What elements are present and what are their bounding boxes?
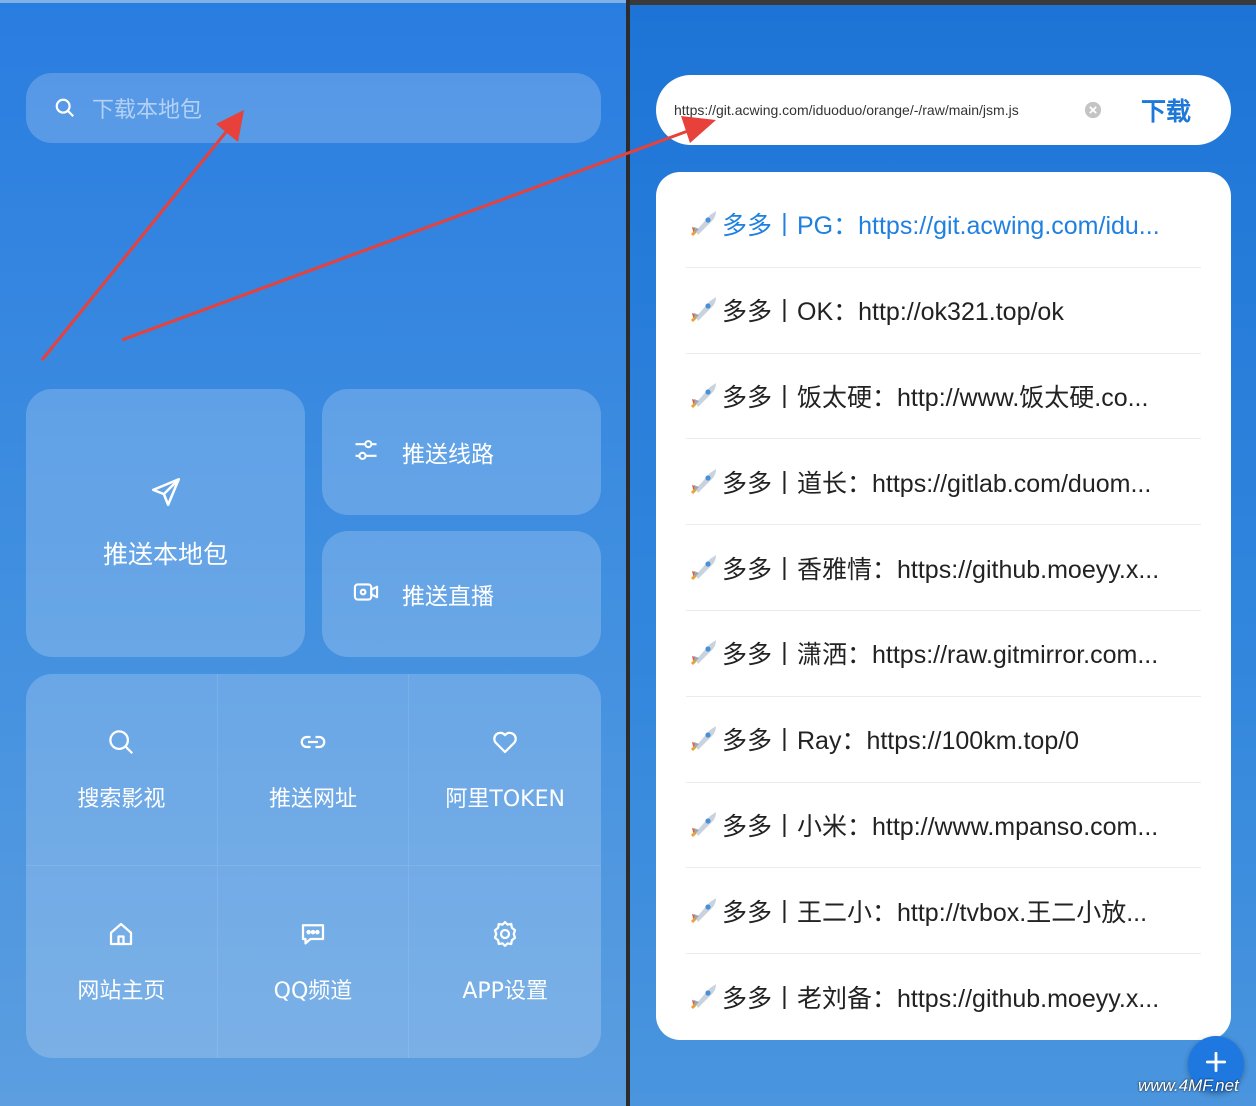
search-input[interactable]: 下载本地包 (26, 73, 601, 143)
list-item-text: 多多丨小米：http://www.mpanso.com... (722, 812, 1159, 841)
rocket-icon (686, 551, 720, 585)
list-item[interactable]: 多多丨道长：https://gitlab.com/duom... (686, 439, 1201, 526)
push-route-button[interactable]: 推送线路 (322, 389, 601, 515)
list-item[interactable]: 多多丨Ray：https://100km.top/0 (686, 697, 1201, 783)
search-icon (54, 97, 76, 119)
search-icon (106, 727, 136, 761)
list-item-text: 多多丨王二小：http://tvbox.王二小放... (722, 898, 1148, 927)
grid-item-ali-token[interactable]: 阿里TOKEN (409, 674, 601, 866)
status-line (0, 0, 626, 3)
rocket-icon (686, 894, 720, 928)
right-panel: https://git.acwing.com/iduoduo/orange/-/… (630, 0, 1256, 1106)
list-item[interactable]: 多多丨饭太硬：http://www.饭太硬.co... (686, 354, 1201, 440)
sliders-icon (352, 436, 380, 468)
rocket-icon (686, 293, 720, 327)
list-item-text: 多多丨PG：https://git.acwing.com/idu... (722, 212, 1160, 241)
grid-label: 推送网址 (268, 786, 357, 812)
send-icon (149, 475, 183, 513)
list-item[interactable]: 多多丨OK：http://ok321.top/ok (686, 268, 1201, 354)
list-item[interactable]: 多多丨香雅情：https://github.moeyy.x... (686, 525, 1201, 611)
left-panel: 下载本地包 推送本地包 推送线路 推送直播 搜索影视 推送网址 阿里TOKEN … (0, 0, 626, 1106)
grid-item-homepage[interactable]: 网站主页 (26, 866, 218, 1058)
list-item[interactable]: 多多丨潇洒：https://raw.gitmirror.com... (686, 611, 1201, 697)
link-icon (298, 727, 328, 761)
grid-label: 搜索影视 (77, 786, 166, 812)
push-local-button[interactable]: 推送本地包 (26, 389, 305, 657)
grid-label: APP设置 (462, 979, 548, 1004)
watermark-text: www.4MF.net (1138, 1076, 1239, 1095)
clear-icon[interactable] (1084, 101, 1102, 119)
list-item-text: 多多丨潇洒：https://raw.gitmirror.com... (722, 641, 1159, 670)
grid-label: 网站主页 (77, 979, 166, 1004)
rocket-icon (686, 636, 720, 670)
home-icon (106, 919, 136, 953)
list-item-text: 多多丨道长：https://gitlab.com/duom... (722, 469, 1152, 498)
rocket-icon (686, 379, 720, 413)
list-item[interactable]: 多多丨PG：https://git.acwing.com/idu... (686, 182, 1201, 268)
push-local-label: 推送本地包 (102, 540, 228, 569)
grid-item-app-settings[interactable]: APP设置 (409, 866, 601, 1058)
rocket-icon (686, 980, 720, 1014)
function-grid: 搜索影视 推送网址 阿里TOKEN 网站主页 QQ频道 APP设置 (26, 674, 601, 1058)
search-placeholder: 下载本地包 (92, 98, 203, 123)
push-live-label: 推送直播 (402, 584, 494, 610)
grid-item-qq-channel[interactable]: QQ频道 (218, 866, 410, 1058)
rocket-icon (686, 722, 720, 756)
push-live-button[interactable]: 推送直播 (322, 531, 601, 657)
list-item-text: 多多丨香雅情：https://github.moeyy.x... (722, 555, 1160, 584)
list-item[interactable]: 多多丨小米：http://www.mpanso.com... (686, 783, 1201, 869)
grid-label: QQ频道 (273, 979, 353, 1004)
gear-icon (490, 919, 520, 953)
list-item-text: 多多丨Ray：https://100km.top/0 (722, 727, 1080, 756)
chat-icon (298, 919, 328, 953)
video-icon (352, 578, 380, 610)
list-item[interactable]: 多多丨王二小：http://tvbox.王二小放... (686, 868, 1201, 955)
download-button[interactable]: 下载 (1141, 92, 1191, 128)
source-list: 多多丨PG：https://git.acwing.com/idu... 多多丨O… (656, 172, 1231, 1040)
list-item-text: 多多丨老刘备：https://github.moeyy.x... (722, 985, 1160, 1014)
list-item[interactable]: 多多丨老刘备：https://github.moeyy.x... (686, 954, 1201, 1040)
url-input[interactable]: https://git.acwing.com/iduoduo/orange/-/… (674, 102, 1076, 118)
url-input-bar: https://git.acwing.com/iduoduo/orange/-/… (656, 75, 1231, 145)
status-line (630, 0, 1256, 5)
plus-icon (1203, 1049, 1229, 1079)
rocket-icon (686, 207, 720, 241)
list-item-text: 多多丨饭太硬：http://www.饭太硬.co... (722, 383, 1149, 412)
grid-item-push-url[interactable]: 推送网址 (217, 674, 410, 866)
grid-label: 阿里TOKEN (445, 786, 565, 812)
push-route-label: 推送线路 (402, 442, 494, 468)
rocket-icon (686, 808, 720, 842)
list-item-text: 多多丨OK：http://ok321.top/ok (722, 298, 1064, 327)
heart-icon (490, 727, 520, 761)
rocket-icon (686, 465, 720, 499)
grid-item-search[interactable]: 搜索影视 (26, 674, 218, 866)
